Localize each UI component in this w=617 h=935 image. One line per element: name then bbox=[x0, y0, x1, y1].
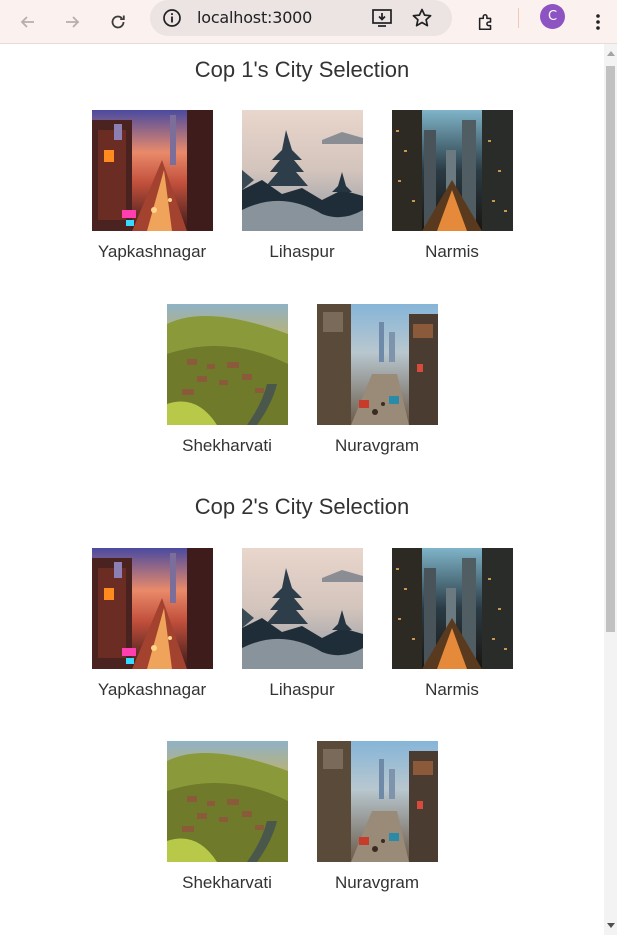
city-name: Yapkashnagar bbox=[97, 680, 207, 699]
city-image[interactable] bbox=[317, 304, 438, 425]
kebab-menu-icon bbox=[596, 14, 600, 30]
city-image[interactable] bbox=[167, 741, 288, 862]
city-image[interactable] bbox=[167, 304, 288, 425]
forward-button[interactable] bbox=[56, 6, 88, 38]
city-name: Nuravgram bbox=[334, 873, 420, 892]
install-app-icon[interactable] bbox=[370, 6, 394, 30]
city-name: Narmis bbox=[425, 242, 479, 261]
url-text[interactable]: localhost:3000 bbox=[197, 8, 312, 27]
menu-button[interactable] bbox=[582, 6, 614, 38]
city-image[interactable] bbox=[92, 548, 213, 669]
page-content: Cop 1's City Selection Yapkashnagar Liha… bbox=[0, 44, 604, 935]
city-image[interactable] bbox=[242, 110, 363, 231]
city-name: Shekharvati bbox=[182, 436, 272, 455]
city-image[interactable] bbox=[392, 548, 513, 669]
city-name: Lihaspur bbox=[269, 680, 335, 699]
city-image[interactable] bbox=[242, 548, 363, 669]
back-button[interactable] bbox=[12, 6, 44, 38]
toolbar-divider bbox=[518, 8, 519, 28]
section-title: Cop 2's City Selection bbox=[194, 494, 410, 519]
back-arrow-icon bbox=[20, 16, 34, 28]
scroll-down-arrow-icon[interactable] bbox=[604, 919, 617, 933]
address-bar[interactable]: localhost:3000 bbox=[150, 0, 452, 36]
section-title: Cop 1's City Selection bbox=[194, 57, 410, 82]
browser-toolbar: localhost:3000 C bbox=[0, 0, 617, 44]
city-name: Nuravgram bbox=[334, 436, 420, 455]
extensions-icon bbox=[478, 13, 492, 31]
scrollbar-thumb[interactable] bbox=[606, 66, 615, 632]
extensions-button[interactable] bbox=[470, 6, 502, 38]
city-name: Lihaspur bbox=[269, 242, 335, 261]
city-name: Narmis bbox=[425, 680, 479, 699]
vertical-scrollbar[interactable] bbox=[604, 44, 617, 935]
reload-icon bbox=[111, 15, 125, 29]
city-image[interactable] bbox=[92, 110, 213, 231]
forward-arrow-icon bbox=[66, 16, 80, 28]
site-info-icon[interactable] bbox=[160, 6, 184, 30]
city-name: Yapkashnagar bbox=[97, 242, 207, 261]
bookmark-star-icon[interactable] bbox=[410, 6, 434, 30]
city-name: Shekharvati bbox=[182, 873, 272, 892]
city-image[interactable] bbox=[317, 741, 438, 862]
city-image[interactable] bbox=[392, 110, 513, 231]
scroll-up-arrow-icon[interactable] bbox=[604, 46, 617, 60]
profile-avatar[interactable]: C bbox=[540, 4, 565, 29]
reload-button[interactable] bbox=[102, 6, 134, 38]
